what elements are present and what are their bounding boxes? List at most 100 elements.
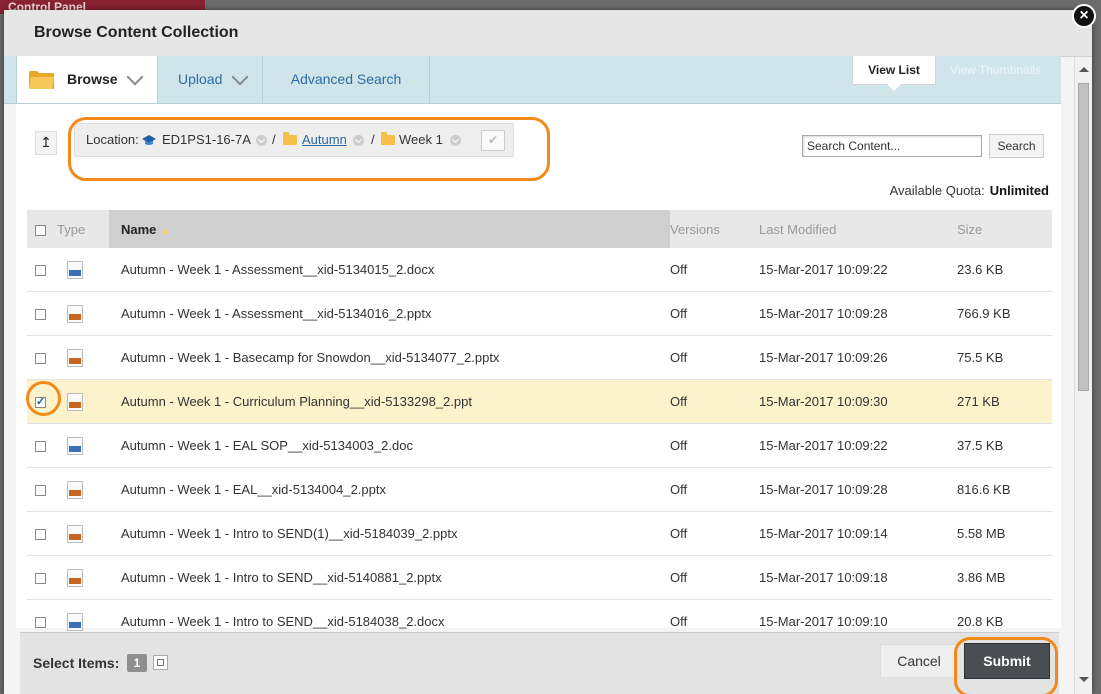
file-name-link[interactable]: Autumn - Week 1 - Basecamp for Snowdon__… bbox=[109, 335, 670, 380]
word-file-icon bbox=[67, 612, 83, 631]
file-name-link[interactable]: Autumn - Week 1 - EAL__xid-5134004_2.ppt… bbox=[109, 467, 670, 512]
last-modified-value: 15-Mar-2017 10:09:22 bbox=[759, 248, 957, 292]
scroll-down-arrow-icon[interactable] bbox=[1079, 677, 1089, 682]
highlight-checkbox bbox=[26, 381, 61, 416]
chevron-down-icon bbox=[231, 68, 249, 86]
row-type-cell bbox=[57, 291, 109, 336]
versions-value: Off bbox=[670, 423, 759, 468]
highlight-location bbox=[68, 117, 550, 181]
last-modified-value: 15-Mar-2017 10:09:28 bbox=[759, 467, 957, 512]
row-select-cell bbox=[27, 467, 57, 512]
row-checkbox[interactable] bbox=[35, 617, 46, 629]
chevron-down-icon bbox=[126, 68, 144, 86]
arrow-up-icon: ↥ bbox=[40, 134, 52, 150]
size-value: 75.5 KB bbox=[957, 335, 1052, 380]
header-name[interactable]: Name ▲ bbox=[109, 210, 670, 248]
versions-value: Off bbox=[670, 291, 759, 336]
row-type-cell bbox=[57, 335, 109, 380]
search-input[interactable] bbox=[802, 135, 982, 157]
row-type-cell bbox=[57, 248, 109, 292]
view-thumbnails-button[interactable]: View Thumbnails bbox=[950, 56, 1041, 84]
dialog-titlebar: Browse Content Collection bbox=[4, 10, 1092, 57]
row-select-cell bbox=[27, 511, 57, 556]
row-checkbox[interactable] bbox=[35, 265, 46, 277]
file-name-link[interactable]: Autumn - Week 1 - Curriculum Planning__x… bbox=[109, 379, 670, 424]
close-icon[interactable]: × bbox=[1072, 4, 1096, 28]
tab-upload[interactable]: Upload bbox=[158, 56, 263, 103]
file-name-link[interactable]: Autumn - Week 1 - EAL SOP__xid-5134003_2… bbox=[109, 423, 670, 468]
row-select-cell bbox=[27, 335, 57, 380]
tab-browse-label: Browse bbox=[67, 71, 118, 87]
show-selected-button[interactable] bbox=[153, 655, 168, 670]
tab-advanced-search[interactable]: Advanced Search bbox=[263, 56, 430, 103]
table-row[interactable]: Autumn - Week 1 - Intro to SEND__xid-514… bbox=[27, 555, 1052, 600]
size-value: 37.5 KB bbox=[957, 423, 1052, 468]
size-value: 766.9 KB bbox=[957, 291, 1052, 336]
up-folder-button[interactable]: ↥ bbox=[35, 131, 57, 155]
file-name-link[interactable]: Autumn - Week 1 - Assessment__xid-513401… bbox=[109, 248, 670, 292]
view-list-button[interactable]: View List bbox=[852, 56, 936, 91]
table-row[interactable]: Autumn - Week 1 - EAL SOP__xid-5134003_2… bbox=[27, 423, 1052, 468]
row-select-cell bbox=[27, 423, 57, 468]
size-value: 816.6 KB bbox=[957, 467, 1052, 512]
last-modified-value: 15-Mar-2017 10:09:26 bbox=[759, 335, 957, 380]
row-type-cell bbox=[57, 555, 109, 600]
header-versions[interactable]: Versions bbox=[670, 210, 759, 248]
row-select-cell bbox=[27, 248, 57, 292]
row-checkbox[interactable] bbox=[35, 485, 46, 497]
file-table: Type Name ▲ Versions Last Modified Size … bbox=[27, 210, 1052, 644]
powerpoint-file-icon bbox=[67, 568, 83, 587]
folder-icon bbox=[29, 71, 54, 89]
select-all-checkbox[interactable] bbox=[35, 224, 46, 236]
last-modified-value: 15-Mar-2017 10:09:22 bbox=[759, 423, 957, 468]
row-checkbox[interactable] bbox=[35, 309, 46, 321]
tab-bar: Browse Upload Advanced Search View List … bbox=[4, 56, 1061, 104]
tab-browse[interactable]: Browse bbox=[16, 56, 158, 103]
file-name-link[interactable]: Autumn - Week 1 - Assessment__xid-513401… bbox=[109, 291, 670, 336]
versions-value: Off bbox=[670, 379, 759, 424]
table-row[interactable]: Autumn - Week 1 - Basecamp for Snowdon__… bbox=[27, 335, 1052, 380]
size-value: 23.6 KB bbox=[957, 248, 1052, 292]
table-row[interactable]: Autumn - Week 1 - Assessment__xid-513401… bbox=[27, 248, 1052, 292]
table-row[interactable]: Autumn - Week 1 - Intro to SEND(1)__xid-… bbox=[27, 511, 1052, 556]
highlight-submit bbox=[954, 637, 1058, 694]
scroll-up-arrow-icon[interactable] bbox=[1079, 67, 1089, 72]
row-type-cell bbox=[57, 423, 109, 468]
selected-count-badge: 1 bbox=[127, 654, 147, 672]
cancel-button[interactable]: Cancel bbox=[880, 644, 958, 678]
table-row[interactable]: Autumn - Week 1 - Assessment__xid-513401… bbox=[27, 291, 1052, 336]
header-last-modified[interactable]: Last Modified bbox=[759, 210, 957, 248]
row-type-cell bbox=[57, 379, 109, 424]
row-checkbox[interactable] bbox=[35, 529, 46, 541]
row-checkbox[interactable] bbox=[35, 441, 46, 453]
versions-value: Off bbox=[670, 555, 759, 600]
header-type[interactable]: Type bbox=[57, 210, 109, 248]
powerpoint-file-icon bbox=[67, 480, 83, 499]
file-name-link[interactable]: Autumn - Week 1 - Intro to SEND__xid-514… bbox=[109, 555, 670, 600]
scrollbar-thumb[interactable] bbox=[1078, 83, 1089, 391]
versions-value: Off bbox=[670, 335, 759, 380]
size-value: 5.58 MB bbox=[957, 511, 1052, 556]
size-value: 271 KB bbox=[957, 379, 1052, 424]
scrollbar[interactable] bbox=[1074, 57, 1092, 694]
search-button[interactable]: Search bbox=[989, 134, 1044, 158]
powerpoint-file-icon bbox=[67, 524, 83, 543]
last-modified-value: 15-Mar-2017 10:09:30 bbox=[759, 379, 957, 424]
table-row[interactable]: Autumn - Week 1 - Curriculum Planning__x… bbox=[27, 379, 1052, 424]
row-checkbox[interactable] bbox=[35, 573, 46, 585]
tab-upload-label: Upload bbox=[178, 71, 223, 87]
row-checkbox[interactable] bbox=[35, 353, 46, 365]
last-modified-value: 15-Mar-2017 10:09:18 bbox=[759, 555, 957, 600]
size-value: 3.86 MB bbox=[957, 555, 1052, 600]
versions-value: Off bbox=[670, 511, 759, 556]
header-size[interactable]: Size bbox=[957, 210, 1052, 248]
versions-value: Off bbox=[670, 467, 759, 512]
row-select-cell bbox=[27, 291, 57, 336]
file-name-link[interactable]: Autumn - Week 1 - Intro to SEND(1)__xid-… bbox=[109, 511, 670, 556]
powerpoint-file-icon bbox=[67, 392, 83, 411]
quota-label: Available Quota: bbox=[889, 183, 985, 198]
last-modified-value: 15-Mar-2017 10:09:14 bbox=[759, 511, 957, 556]
versions-value: Off bbox=[670, 248, 759, 292]
powerpoint-file-icon bbox=[67, 304, 83, 323]
table-row[interactable]: Autumn - Week 1 - EAL__xid-5134004_2.ppt… bbox=[27, 467, 1052, 512]
